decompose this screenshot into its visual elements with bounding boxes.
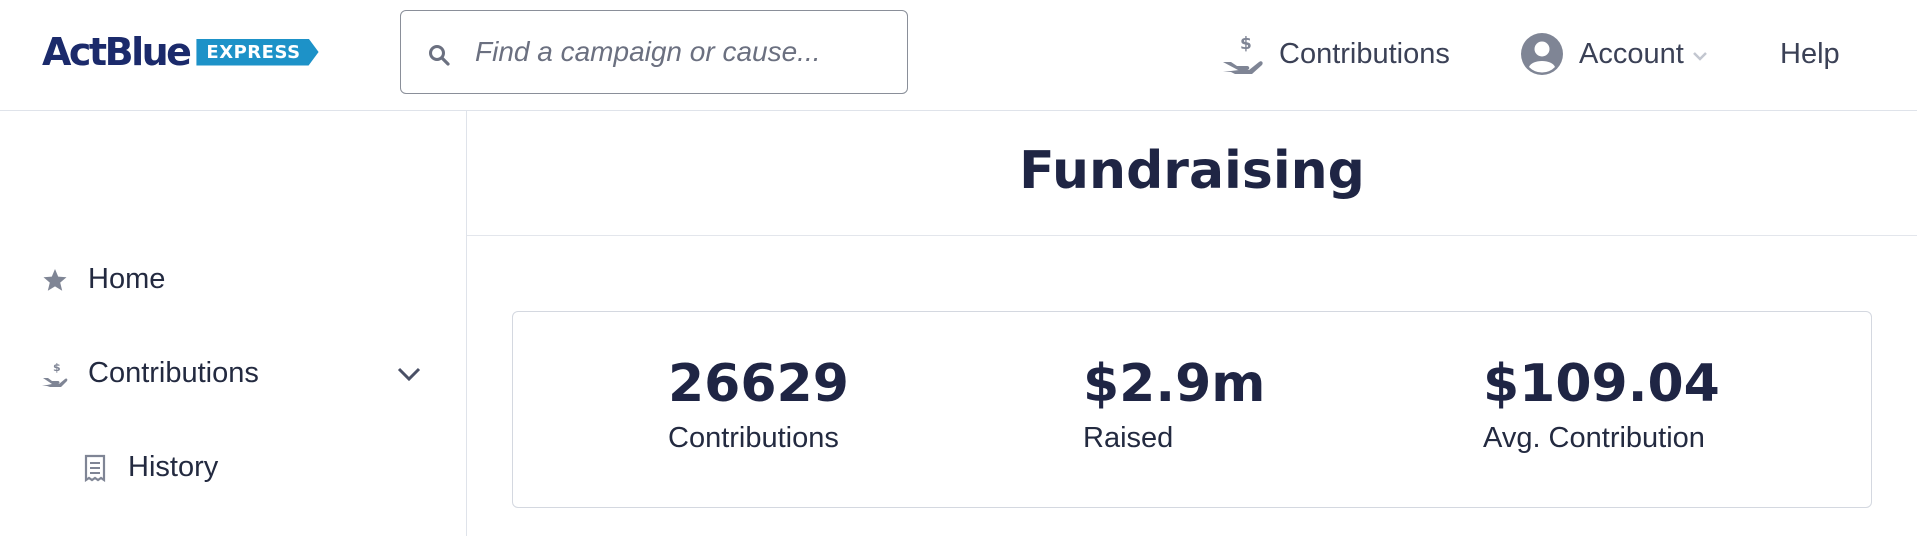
stat-value: $109.04 — [1483, 354, 1720, 414]
nav-help-label: Help — [1780, 37, 1840, 70]
stat-label: Contributions — [668, 422, 839, 454]
nav-account[interactable]: Account — [1521, 26, 1708, 82]
page-header: Fundraising — [467, 111, 1917, 236]
stat-avg-contribution: $109.04 Avg. Contribution — [1483, 354, 1720, 455]
search-input[interactable] — [475, 11, 895, 93]
star-icon — [43, 268, 67, 291]
actblue-express-logo[interactable]: ActBlue EXPRESS — [42, 30, 319, 74]
svg-text:$: $ — [53, 361, 61, 374]
hand-dollar-icon: $ — [1223, 34, 1263, 74]
page-title: Fundraising — [1019, 141, 1365, 201]
logo-wordmark: ActBlue — [42, 30, 192, 74]
stat-contributions: 26629 Contributions — [668, 354, 849, 455]
top-header: ActBlue EXPRESS $ Contributions Account … — [0, 0, 1917, 111]
stat-value: 26629 — [668, 354, 849, 414]
nav-contributions-label: Contributions — [1279, 37, 1450, 70]
stats-card: 26629 Contributions $2.9m Raised $109.04… — [512, 311, 1872, 508]
receipt-icon — [84, 454, 106, 482]
hand-dollar-icon: $ — [42, 361, 68, 387]
search-icon — [429, 45, 450, 66]
sidebar-item-home[interactable]: Home — [42, 263, 165, 296]
logo-badge: EXPRESS — [196, 39, 318, 66]
sidebar-item-label: Home — [88, 263, 166, 295]
stat-raised: $2.9m Raised — [1083, 354, 1265, 455]
nav-account-label: Account — [1579, 37, 1684, 70]
sidebar-item-label: History — [128, 451, 219, 483]
stat-label: Raised — [1083, 422, 1174, 454]
sidebar-item-history[interactable]: History — [82, 451, 218, 484]
user-avatar-icon — [1521, 33, 1563, 75]
chevron-down-icon[interactable] — [396, 365, 422, 383]
sidebar-item-label: Contributions — [88, 357, 259, 389]
nav-contributions[interactable]: $ Contributions — [1221, 26, 1450, 82]
stat-label: Avg. Contribution — [1483, 422, 1705, 454]
sidebar-item-contributions[interactable]: $ Contributions — [42, 357, 422, 390]
stat-value: $2.9m — [1083, 354, 1266, 414]
chevron-down-icon — [1692, 52, 1707, 61]
svg-text:$: $ — [1240, 34, 1252, 54]
sidebar: Home $ Contributions History — [0, 111, 467, 536]
search-box[interactable] — [400, 10, 908, 94]
nav-help[interactable]: Help — [1780, 26, 1840, 82]
